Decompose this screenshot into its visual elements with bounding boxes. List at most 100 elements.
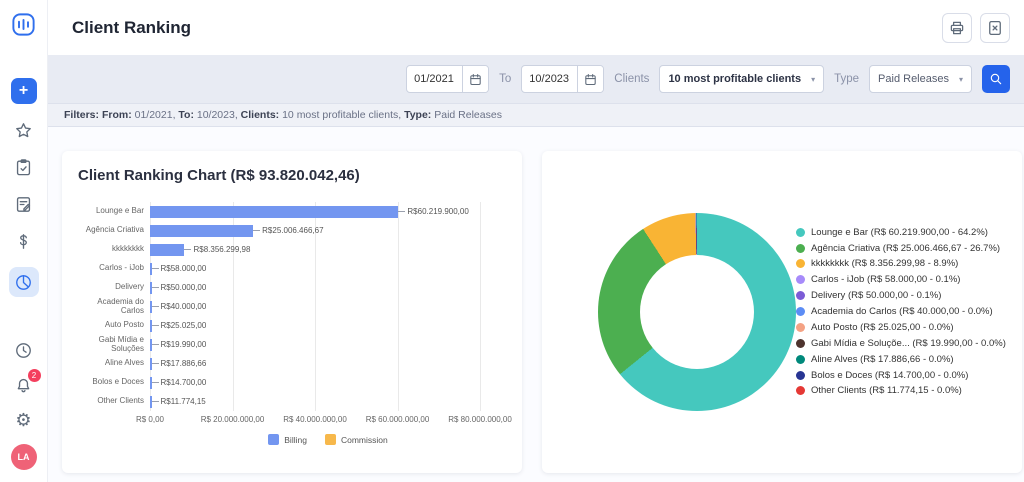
- legend-item[interactable]: Commission: [324, 434, 388, 445]
- donut-legend-label: Carlos - iJob (R$ 58.000,00 - 0.1%): [811, 274, 961, 286]
- donut-chart[interactable]: [598, 213, 796, 411]
- sidebar-item-reports-active[interactable]: [8, 267, 39, 297]
- filter-bar: To Clients 10 most profitable clients ▾ …: [48, 55, 1024, 103]
- bar-value-label: R$11.774,15: [160, 397, 206, 406]
- donut-legend-label: Lounge e Bar (R$ 60.219.900,00 - 64.2%): [811, 226, 988, 238]
- donut-legend-item[interactable]: Delivery (R$ 50.000,00 - 0.1%): [796, 290, 1008, 302]
- bar-category-label: Other Clients: [97, 396, 144, 406]
- filter-summary-prefix: Filters:: [64, 109, 102, 121]
- date-from-group: [406, 65, 490, 93]
- bar-connector-line: [151, 268, 159, 269]
- donut-legend-item[interactable]: Aline Alves (R$ 17.886,66 - 0.0%): [796, 354, 1008, 366]
- bar-connector-line: [151, 363, 159, 364]
- bar-value-label: R$8.356.299,98: [193, 245, 251, 254]
- calendar-icon[interactable]: [577, 66, 604, 92]
- donut-legend-item[interactable]: Agência Criativa (R$ 25.006.466,67 - 26.…: [796, 243, 1008, 255]
- search-button[interactable]: [982, 65, 1010, 93]
- calendar-icon[interactable]: [462, 66, 489, 92]
- notifications-bell-icon[interactable]: 2: [13, 369, 41, 396]
- x-tick-label: R$ 0,00: [135, 415, 165, 424]
- bar-value-label: R$17.886,66: [160, 359, 207, 368]
- filter-summary: Filters: From: 01/2021, To: 10/2023, Cli…: [48, 103, 1024, 127]
- type-select[interactable]: Paid Releases ▾: [869, 65, 972, 93]
- donut-legend-label: Agência Criativa (R$ 25.006.466,67 - 26.…: [811, 242, 1001, 254]
- bar-value-label: R$19.990,00: [160, 340, 207, 349]
- add-button[interactable]: +: [10, 78, 37, 104]
- filter-summary-label: From:: [101, 109, 135, 121]
- chevron-down-icon: ▾: [958, 74, 963, 84]
- content-area: Client Ranking Chart (R$ 93.820.042,46) …: [48, 127, 1024, 482]
- donut-legend-label: Auto Posto (R$ 25.025,00 - 0.0%): [811, 321, 954, 333]
- legend-item[interactable]: Billing: [268, 434, 307, 445]
- bar-connector-line: [151, 344, 159, 345]
- bar-row: R$25.025,00: [150, 316, 506, 335]
- app-logo-icon[interactable]: [10, 10, 38, 38]
- donut-legend-dot: [796, 227, 805, 237]
- bar-connector-line: [151, 401, 159, 402]
- legend-swatch: [324, 434, 336, 445]
- date-to-input[interactable]: [522, 73, 578, 85]
- filter-summary-value: 01/2021,: [134, 109, 179, 121]
- legend-label: Billing: [284, 434, 307, 445]
- export-excel-button[interactable]: [980, 12, 1010, 43]
- bar-row: R$17.886,66: [150, 354, 506, 373]
- donut-legend-label: Gabi Mídia e Soluçõe... (R$ 19.990,00 - …: [811, 337, 1006, 349]
- bar-row: R$14.700,00: [150, 373, 506, 392]
- donut-legend-item[interactable]: Bolos e Doces (R$ 14.700,00 - 0.0%): [796, 370, 1008, 382]
- print-button[interactable]: [942, 12, 972, 43]
- donut-legend-label: Bolos e Doces (R$ 14.700,00 - 0.0%): [811, 369, 969, 381]
- bar-category-axis: Lounge e Bar Agência Criativa kkkkkkkk Carl…: [78, 202, 150, 445]
- donut-legend-item[interactable]: Carlos - iJob (R$ 58.000,00 - 0.1%): [796, 274, 1008, 286]
- donut-legend-item[interactable]: Gabi Mídia e Soluçõe... (R$ 19.990,00 - …: [796, 338, 1008, 350]
- type-label: Type: [834, 73, 860, 85]
- bar-value-label: R$58.000,00: [160, 264, 207, 273]
- settings-gear-icon[interactable]: ⚙: [13, 409, 35, 431]
- donut-legend-dot: [796, 370, 805, 380]
- page-header: Client Ranking: [48, 0, 1024, 55]
- donut-legend-dot: [796, 275, 805, 285]
- donut-legend-dot: [796, 259, 805, 269]
- bar[interactable]: [150, 205, 399, 218]
- bar-connector-line: [151, 325, 159, 326]
- bar-value-label: R$25.006.466,67: [262, 226, 324, 235]
- donut-legend-item[interactable]: Academia do Carlos (R$ 40.000,00 - 0.0%): [796, 306, 1008, 318]
- x-tick-label: R$ 80.000.000,00: [448, 415, 512, 424]
- history-clock-icon[interactable]: [13, 339, 35, 361]
- donut-legend: Lounge e Bar (R$ 60.219.900,00 - 64.2%) A…: [796, 227, 1010, 398]
- chevron-down-icon: ▾: [811, 74, 816, 84]
- tasks-clipboard-icon[interactable]: [13, 156, 35, 178]
- x-tick-label: R$ 40.000.000,00: [283, 415, 347, 424]
- donut-legend-item[interactable]: kkkkkkkk (R$ 8.356.299,98 - 8.9%): [796, 258, 1008, 270]
- bar-category-label: kkkkkkkk: [112, 244, 144, 254]
- bar-plot-area[interactable]: R$60.219.900,00 R$25.006.466,67 R$8.356.29…: [150, 202, 506, 411]
- bar-connector-line: [253, 230, 261, 231]
- date-from-input[interactable]: [407, 73, 463, 85]
- filter-summary-label: Clients:: [240, 109, 283, 121]
- donut-legend-dot: [796, 338, 805, 348]
- donut-legend-item[interactable]: Other Clients (R$ 11.774,15 - 0.0%): [796, 385, 1008, 397]
- filter-summary-value: Paid Releases: [434, 109, 502, 121]
- filter-summary-value: 10/2023,: [196, 109, 241, 121]
- date-to-group: [521, 65, 605, 93]
- bar-connector-line: [184, 249, 192, 250]
- notification-badge: 2: [27, 369, 41, 382]
- bar-row: R$50.000,00: [150, 278, 506, 297]
- donut-legend-item[interactable]: Lounge e Bar (R$ 60.219.900,00 - 64.2%): [796, 227, 1008, 239]
- clients-label: Clients: [614, 73, 650, 85]
- bar[interactable]: [150, 224, 254, 237]
- bar-value-label: R$60.219.900,00: [407, 207, 469, 216]
- donut-legend-dot: [796, 291, 805, 301]
- bar-row: R$58.000,00: [150, 259, 506, 278]
- user-avatar[interactable]: LA: [10, 444, 37, 470]
- bar[interactable]: [150, 243, 185, 256]
- finance-dollar-icon[interactable]: [13, 230, 35, 252]
- donut-legend-item[interactable]: Auto Posto (R$ 25.025,00 - 0.0%): [796, 322, 1008, 334]
- bar-category-label: Auto Posto: [104, 320, 144, 330]
- to-label: To: [499, 73, 512, 85]
- favorites-star-icon[interactable]: [13, 119, 35, 141]
- donut-legend-dot: [796, 354, 805, 364]
- notes-edit-icon[interactable]: [13, 193, 35, 215]
- clients-select[interactable]: 10 most profitable clients ▾: [659, 65, 825, 93]
- bar-connector-line: [151, 382, 159, 383]
- bar-value-label: R$40.000,00: [160, 302, 207, 311]
